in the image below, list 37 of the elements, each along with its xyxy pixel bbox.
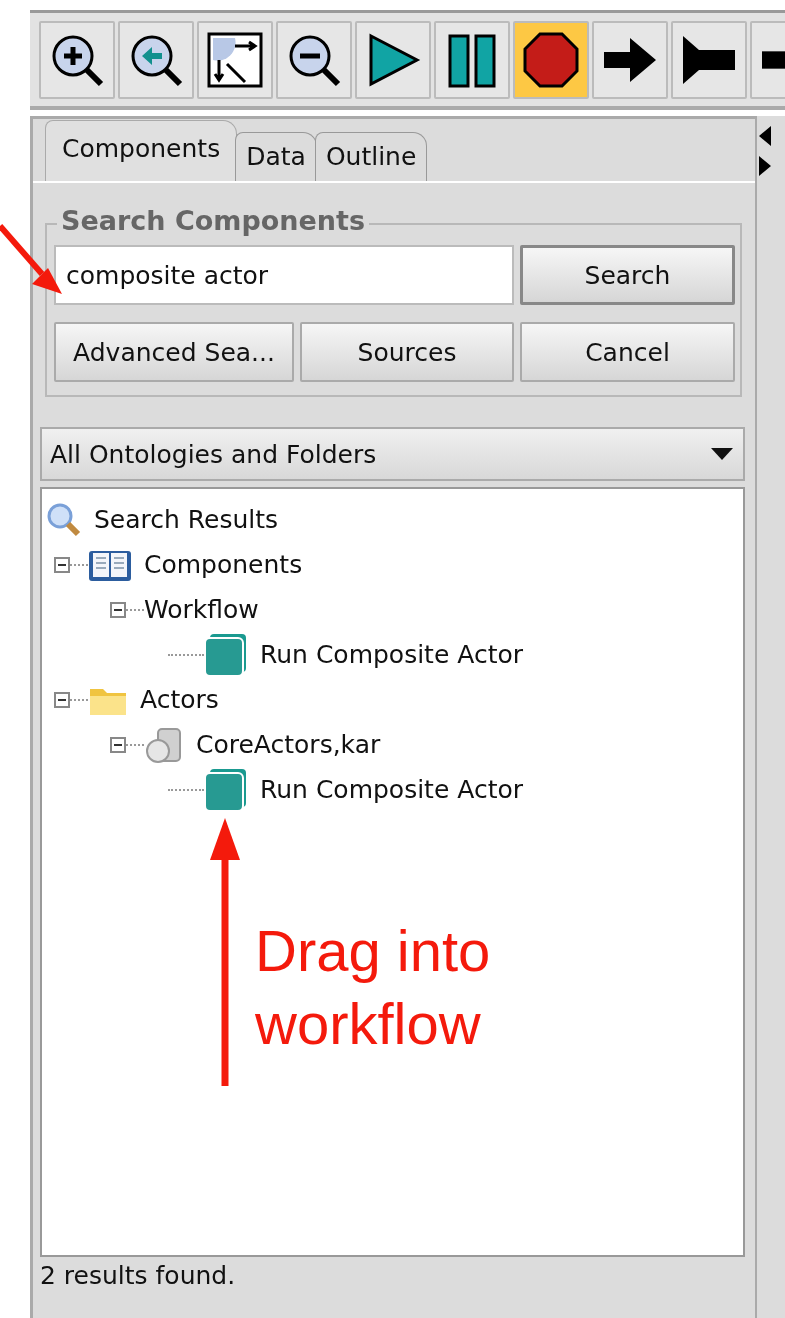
tab[interactable]: Outline: [314, 132, 428, 181]
expander-toggle[interactable]: [110, 736, 126, 753]
advanced-search-button[interactable]: Advanced Sea...: [54, 322, 294, 382]
zoom-fit-button[interactable]: [197, 20, 273, 99]
cancel-button[interactable]: Cancel: [520, 322, 735, 382]
tree-item[interactable]: Components: [144, 550, 303, 579]
tab[interactable]: Data: [235, 132, 317, 181]
actor-icon: [204, 632, 248, 677]
status-text: 2 results found.: [40, 1261, 236, 1290]
search-button[interactable]: Search: [520, 245, 735, 305]
toolbar-button[interactable]: [750, 20, 785, 99]
tree-item[interactable]: CoreActors,kar: [196, 730, 381, 759]
tree-item[interactable]: Workflow: [144, 595, 259, 624]
toolbar-icon: [762, 49, 785, 70]
tree-item[interactable]: Run Composite Actor: [260, 775, 524, 804]
stop-button[interactable]: [513, 20, 589, 99]
run-button[interactable]: [355, 20, 431, 99]
zoom-reset-button[interactable]: [118, 20, 194, 99]
tree-item[interactable]: Search Results: [94, 505, 279, 534]
dropdown-caret-icon: [711, 448, 733, 460]
arrow-button[interactable]: [592, 20, 668, 99]
sources-button[interactable]: Sources: [300, 322, 514, 382]
expander-toggle[interactable]: [110, 601, 126, 618]
zoom-out-button[interactable]: [276, 20, 352, 99]
expander-toggle[interactable]: [54, 556, 70, 573]
tab[interactable]: Components: [45, 120, 238, 181]
tree-item[interactable]: Actors: [140, 685, 219, 714]
annotation-text: Drag into workflow: [255, 917, 492, 1058]
pause-button[interactable]: [434, 20, 510, 99]
search-field[interactable]: composite actor: [54, 245, 514, 305]
folder-dropdown[interactable]: All Ontologies and Folders: [40, 427, 745, 481]
expander-toggle[interactable]: [54, 691, 70, 708]
tree-item[interactable]: Run Composite Actor: [260, 640, 524, 669]
actor-icon: [204, 767, 248, 812]
flag-button[interactable]: [671, 20, 747, 99]
search-icon: [46, 501, 82, 538]
zoom-in-button[interactable]: [39, 20, 115, 99]
